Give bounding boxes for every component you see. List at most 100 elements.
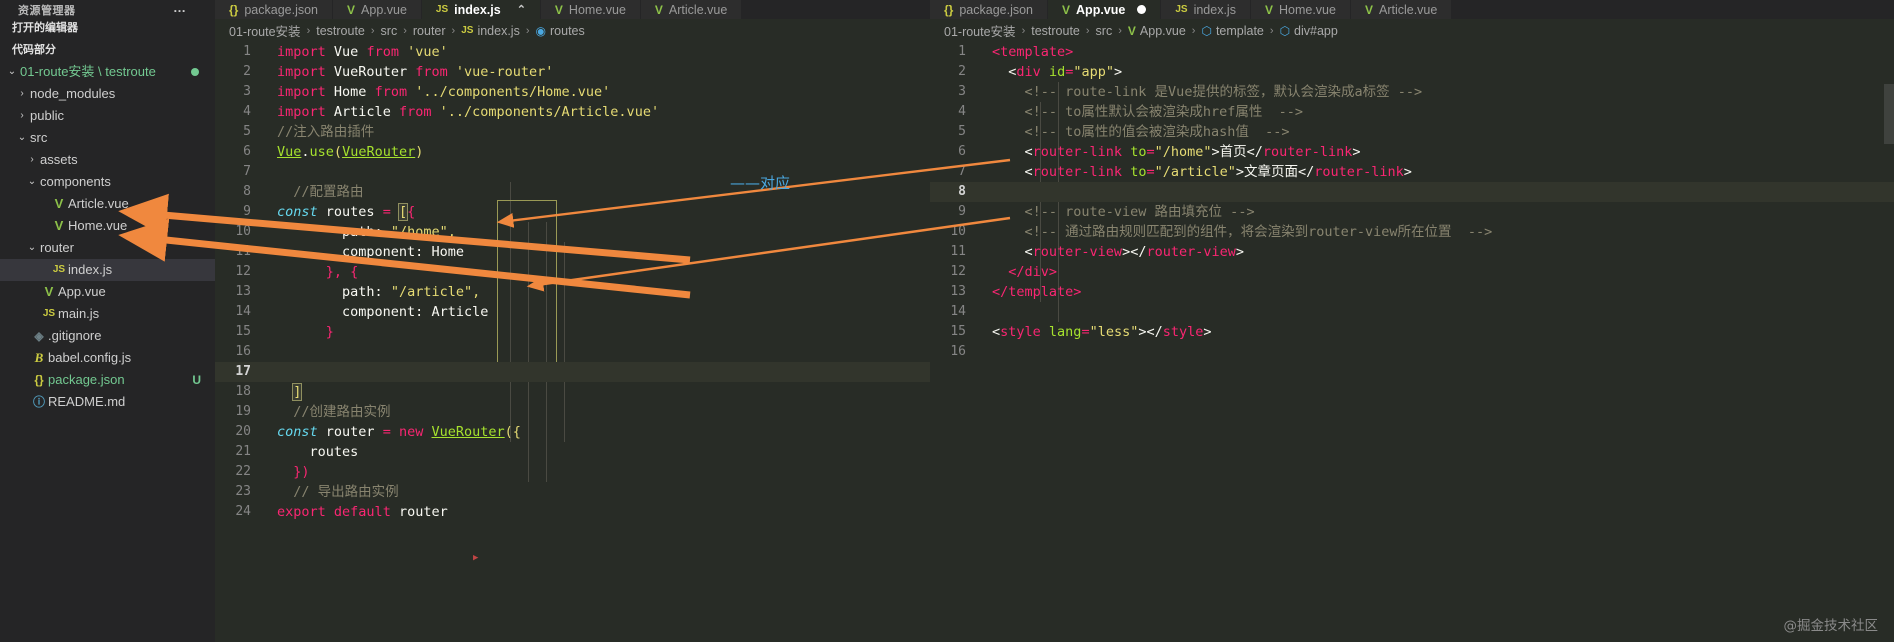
unsaved-dot-icon[interactable] (1137, 5, 1147, 14)
chevron-down-icon[interactable]: ⌄ (24, 237, 40, 259)
tab-index-js[interactable]: JS index.js (1161, 0, 1251, 19)
tree-item-home.vue[interactable]: V Home.vue (0, 215, 215, 237)
code-line[interactable]: 12 </div> (930, 262, 1894, 282)
code-line[interactable]: 2 import VueRouter from 'vue-router' (215, 62, 930, 82)
code-line[interactable]: 1 <template> (930, 42, 1894, 62)
tree-item-assets[interactable]: › assets (0, 149, 215, 171)
breadcrumb-item[interactable]: src (1096, 24, 1113, 38)
tree-item-readme.md[interactable]: ⓘ README.md (0, 391, 215, 413)
tree-item-index.js[interactable]: JS index.js (0, 259, 215, 281)
breadcrumb-item[interactable]: 01-route安装 (229, 21, 301, 40)
code-line[interactable]: 17 (215, 362, 930, 382)
tree-item-src[interactable]: ⌄ src (0, 127, 215, 149)
code-line[interactable]: 8 //配置路由 (215, 182, 930, 202)
section-code-part[interactable]: 代码部分 (0, 39, 215, 61)
tree-item-main.js[interactable]: JS main.js (0, 303, 215, 325)
breadcrumb-item[interactable]: ⬡ div#app (1280, 24, 1338, 38)
explorer-more-icon[interactable]: … (173, 1, 187, 15)
tree-item-babel.config.js[interactable]: Bbabel.config.js (0, 347, 215, 369)
code-line[interactable]: 4 import Article from '../components/Arti… (215, 102, 930, 122)
code-line[interactable]: 12 }, { (215, 262, 930, 282)
code-line[interactable]: 11 <router-view></router-view> (930, 242, 1894, 262)
code-line[interactable]: 9 <!-- route-view 路由填充位 --> (930, 202, 1894, 222)
tab-article-vue[interactable]: V Article.vue (640, 0, 743, 19)
code-line[interactable]: 22 }) (215, 462, 930, 482)
chevron-down-icon[interactable]: ⌄ (4, 61, 20, 83)
code-line[interactable]: 23 // 导出路由实例 (215, 482, 930, 502)
code-line[interactable]: 18 ] (215, 382, 930, 402)
breadcrumb-item[interactable]: 01-route安装 (944, 21, 1016, 40)
tab-index-js[interactable]: JS index.js ⌃ (421, 0, 541, 19)
code-line[interactable]: 5 <!-- to属性的值会被渲染成hash值 --> (930, 122, 1894, 142)
tree-item-app.vue[interactable]: V App.vue (0, 281, 215, 303)
section-open-editors[interactable]: 打开的编辑器 (0, 17, 215, 39)
chevron-right-icon[interactable]: › (24, 149, 40, 171)
tree-item-public[interactable]: › public (0, 105, 215, 127)
code-line[interactable]: 24 export default router (215, 502, 930, 522)
chevron-right-icon[interactable]: › (14, 105, 30, 127)
code-line[interactable]: 14 component: Article (215, 302, 930, 322)
code-line[interactable]: 19 //创建路由实例 (215, 402, 930, 422)
breadcrumb-item[interactable]: JS index.js (461, 24, 520, 38)
code-line-content: <router-link to="/article">文章页面</router-… (992, 162, 1412, 182)
tab-home-vue[interactable]: V Home.vue (1250, 0, 1351, 19)
code-line[interactable]: 3 import Home from '../components/Home.vu… (215, 82, 930, 102)
chevron-up-icon[interactable]: ⌃ (517, 3, 526, 16)
breadcrumb-item[interactable]: src (381, 24, 398, 38)
code-line[interactable]: 3 <!-- route-link 是Vue提供的标签，默认会渲染成a标签 --… (930, 82, 1894, 102)
code-line[interactable]: 16 (215, 342, 930, 362)
tree-item-package.json[interactable]: {} package.json U (0, 369, 215, 391)
vertical-scrollbar[interactable] (1884, 84, 1894, 144)
code-line[interactable]: 14 (930, 302, 1894, 322)
code-line[interactable]: 11 component: Home (215, 242, 930, 262)
code-line[interactable]: 16 (930, 342, 1894, 362)
tree-item-.gitignore[interactable]: ◈ .gitignore (0, 325, 215, 347)
tab-app-vue[interactable]: V App.vue (333, 0, 422, 19)
tab-home-vue[interactable]: V Home.vue (540, 0, 641, 19)
code-line[interactable]: 7 <router-link to="/article">文章页面</route… (930, 162, 1894, 182)
code-line[interactable]: 6 Vue.use(VueRouter) (215, 142, 930, 162)
tabbar-left: {} package.json V App.vue JS index.js ⌃ V Home.v… (215, 0, 930, 19)
tab-package-json[interactable]: {} package.json (215, 0, 334, 19)
tree-item-article.vue[interactable]: V Article.vue (0, 193, 215, 215)
js-file-icon: JS (1175, 4, 1188, 15)
tree-item-label: babel.config.js (48, 350, 132, 365)
fold-caret-icon[interactable]: ▶ (473, 548, 478, 568)
code-line[interactable]: 2 <div id="app"> (930, 62, 1894, 82)
code-line[interactable]: 8 (930, 182, 1894, 202)
code-line[interactable]: 13 </template> (930, 282, 1894, 302)
chevron-down-icon[interactable]: ⌄ (14, 127, 30, 149)
code-line[interactable]: 6 <router-link to="/home">首页</router-lin… (930, 142, 1894, 162)
code-line[interactable]: 20 const router = new VueRouter({ (215, 422, 930, 442)
breadcrumb-item[interactable]: testroute (316, 24, 365, 38)
breadcrumb-item[interactable]: ◉ routes (536, 24, 585, 38)
code-line[interactable]: 15 } (215, 322, 930, 342)
tree-item-components[interactable]: ⌄ components (0, 171, 215, 193)
code-editor-app-vue[interactable]: 1 <template> 2 <div id="app"> 3 <!-- route-… (930, 42, 1894, 642)
tab-app-vue[interactable]: V App.vue (1048, 0, 1162, 19)
tree-item-router[interactable]: ⌄ router (0, 237, 215, 259)
chevron-right-icon[interactable]: › (14, 83, 30, 105)
line-number: 5 (243, 124, 251, 139)
breadcrumb-item[interactable]: router (413, 24, 446, 38)
breadcrumb-item[interactable]: ⬡ template (1201, 24, 1263, 38)
tab-package-json[interactable]: {} package.json (930, 0, 1049, 19)
breadcrumb-item[interactable]: V App.vue (1128, 24, 1186, 38)
line-number: 17 (235, 364, 251, 379)
code-line[interactable]: 9 const routes = [{ (215, 202, 930, 222)
chevron-down-icon[interactable]: ⌄ (24, 171, 40, 193)
tab-article-vue[interactable]: V Article.vue (1350, 0, 1453, 19)
code-line[interactable]: 7 (215, 162, 930, 182)
code-editor-index-js[interactable]: 1 import Vue from 'vue' 2 import VueRouter … (215, 42, 930, 642)
code-line[interactable]: 1 import Vue from 'vue' (215, 42, 930, 62)
code-line[interactable]: 21 routes (215, 442, 930, 462)
code-line[interactable]: 10 path: "/home", (215, 222, 930, 242)
code-line[interactable]: 15 <style lang="less"></style> (930, 322, 1894, 342)
code-line[interactable]: 5 //注入路由插件 (215, 122, 930, 142)
code-line[interactable]: 13 path: "/article", (215, 282, 930, 302)
breadcrumb-item[interactable]: testroute (1031, 24, 1080, 38)
code-line[interactable]: 4 <!-- to属性默认会被渲染成href属性 --> (930, 102, 1894, 122)
code-line[interactable]: 10 <!-- 通过路由规则匹配到的组件，将会渲染到router-view所在位… (930, 222, 1894, 242)
tree-item-01-route-testroute[interactable]: ⌄ 01-route安装 \ testroute (0, 61, 215, 83)
tree-item-node-modules[interactable]: › node_modules (0, 83, 215, 105)
